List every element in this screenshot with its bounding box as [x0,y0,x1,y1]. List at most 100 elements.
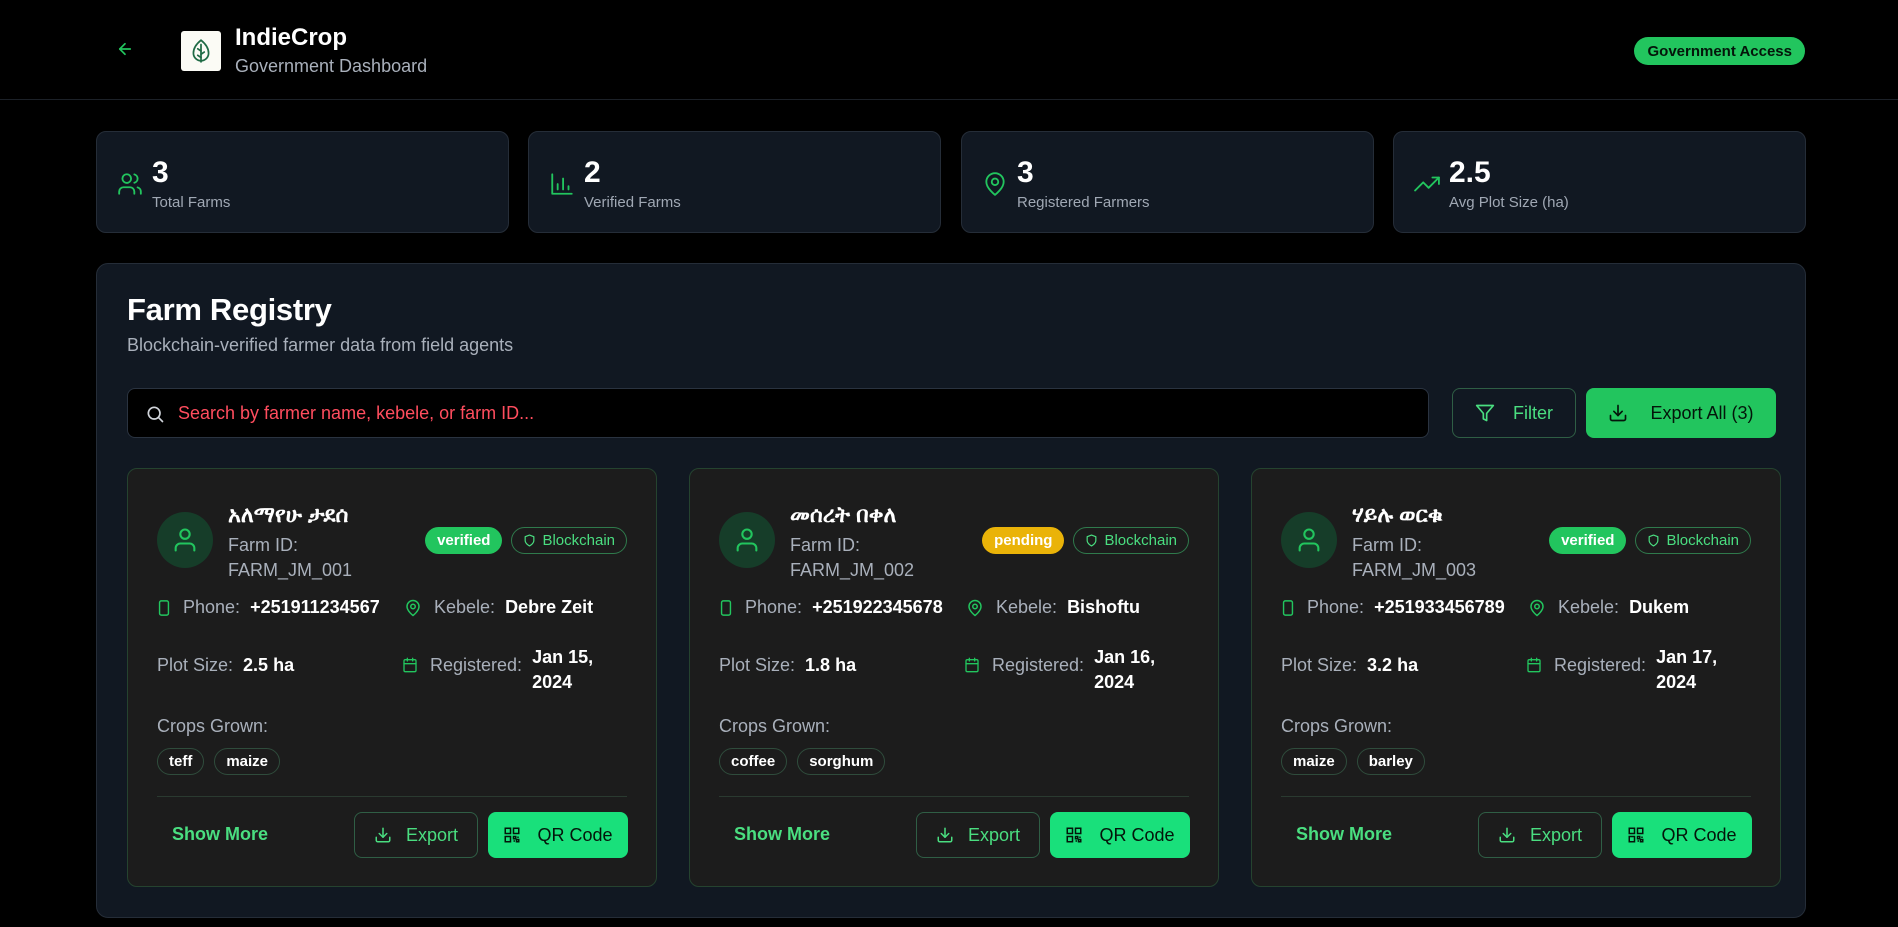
shield-icon [1085,534,1098,547]
search-box [127,388,1429,438]
plot-size-label: Plot Size: [157,655,234,675]
download-icon [936,826,954,844]
user-avatar-icon [157,512,213,568]
download-icon [374,826,392,844]
farmer-name: መሰረት በቀለ [790,502,897,527]
crop-chip: coffee [719,748,788,775]
crop-chip: teff [157,748,205,775]
qr-code-icon [1627,826,1645,844]
phone-value: +251922345678 [812,597,943,617]
phone-value: +251933456789 [1374,597,1505,617]
show-more-button[interactable]: Show More [1296,824,1392,848]
card-divider [157,796,627,797]
crops-grown-label: Crops Grown: [157,716,269,736]
phone-label: Phone: [1307,597,1365,617]
stat-value: 3 [152,156,169,189]
farm-id: FARM_JM_002 [790,560,915,580]
registered-label: Registered: [430,655,523,675]
plot-size-row: Plot Size: 3.2 ha [1281,655,1418,676]
crop-chip: maize [214,748,281,775]
app-title: IndieCrop [235,24,347,51]
registered-date-line2: 2024 [1094,672,1135,692]
export-label: Export [1529,824,1583,845]
app-subtitle: Government Dashboard [235,56,428,76]
farm-id: FARM_JM_003 [1352,560,1477,580]
blockchain-label: Blockchain [542,532,615,549]
show-more-button[interactable]: Show More [172,824,268,848]
phone-row: Phone: +251911234567 [157,597,380,618]
registry-subtitle: Blockchain-verified farmer data from fie… [127,335,514,355]
qr-code-button[interactable]: QR Code [488,812,628,858]
stat-value: 2.5 [1449,156,1491,189]
phone-icon [157,599,171,616]
plot-size-value: 3.2 ha [1367,655,1419,675]
registry-title: Farm Registry [127,292,332,327]
crop-chips: coffee sorghum [719,748,886,775]
blockchain-badge: Blockchain [1635,527,1751,554]
export-label: Export [967,824,1021,845]
qr-code-button[interactable]: QR Code [1612,812,1752,858]
registered-date: Jan 17, 2024 [1656,645,1717,695]
map-pin-icon [1528,599,1546,617]
phone-value: +251911234567 [250,597,380,617]
farm-id-label: Farm ID: [790,535,860,555]
registered-date: Jan 15, 2024 [532,645,593,695]
registered-date-line2: 2024 [1656,672,1697,692]
export-button[interactable]: Export [1478,812,1602,858]
export-button[interactable]: Export [354,812,478,858]
filter-icon [1475,403,1495,423]
registered-date-line1: Jan 17, [1656,647,1718,667]
leaf-logo-icon [181,31,221,71]
registered-date-line2: 2024 [532,672,573,692]
calendar-icon [964,657,980,673]
kebele-row: Kebele: Dukem [1528,597,1689,618]
stat-label: Registered Farmers [1017,194,1150,211]
farm-registry-panel: Farm Registry Blockchain-verified farmer… [96,263,1806,918]
registered-label: Registered: [992,655,1085,675]
filter-label: Filter [1513,402,1553,423]
stat-value: 2 [584,156,601,189]
registered-label: Registered: [1554,655,1647,675]
map-pin-icon [966,599,984,617]
registered-date-line1: Jan 16, [1094,647,1156,667]
blockchain-badge: Blockchain [1073,527,1189,554]
export-all-button[interactable]: Export All (3) [1586,388,1776,438]
users-icon [117,171,143,197]
kebele-row: Kebele: Debre Zeit [404,597,593,618]
plot-size-label: Plot Size: [719,655,796,675]
qr-code-button[interactable]: QR Code [1050,812,1190,858]
shield-icon [1647,534,1660,547]
status-badge: pending [982,527,1065,554]
kebele-label: Kebele: [996,597,1058,617]
crops-grown-label: Crops Grown: [719,716,831,736]
registered-row: Registered: Jan 17, 2024 [1526,645,1717,695]
card-divider [1281,796,1751,797]
kebele-value: Debre Zeit [505,597,594,617]
blockchain-label: Blockchain [1104,532,1177,549]
calendar-icon [402,657,418,673]
trending-up-icon [1414,171,1440,197]
map-pin-icon [404,599,422,617]
phone-row: Phone: +251933456789 [1281,597,1505,618]
search-icon [144,403,166,425]
stat-label: Verified Farms [584,194,681,211]
qr-code-icon [1065,826,1083,844]
export-all-label: Export All (3) [1650,402,1754,423]
app-header: IndieCrop Government Dashboard Governmen… [0,0,1898,100]
qr-code-label: QR Code [537,824,613,845]
crop-chip: sorghum [797,748,886,775]
map-pin-icon [982,171,1008,197]
phone-icon [1281,599,1295,616]
export-button[interactable]: Export [916,812,1040,858]
registered-row: Registered: Jan 15, 2024 [402,645,593,695]
user-avatar-icon [1281,512,1337,568]
show-more-button[interactable]: Show More [734,824,830,848]
qr-code-label: QR Code [1661,824,1737,845]
crops-grown-label: Crops Grown: [1281,716,1393,736]
filter-button[interactable]: Filter [1452,388,1576,438]
shield-icon [523,534,536,547]
phone-label: Phone: [745,597,803,617]
back-arrow-icon[interactable] [112,36,138,62]
government-access-badge: Government Access [1634,37,1805,65]
search-input[interactable] [178,389,1418,437]
